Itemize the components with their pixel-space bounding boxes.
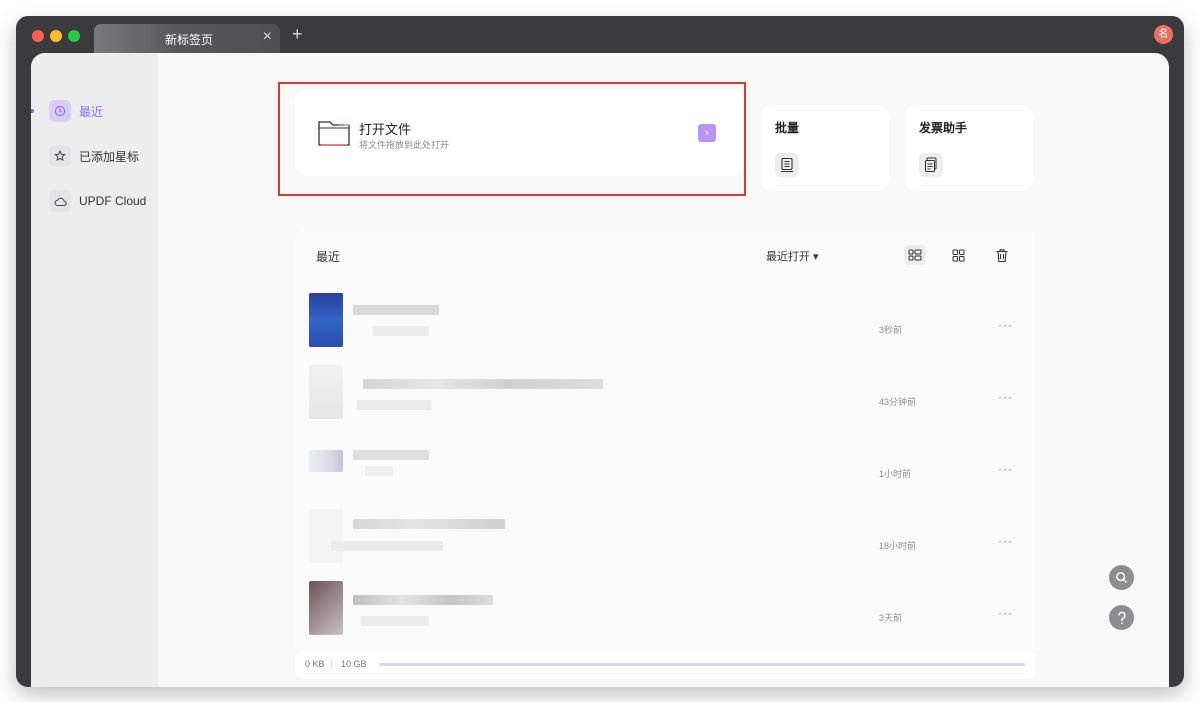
minimize-window-button[interactable] (50, 30, 62, 42)
file-row[interactable]: 3秒前 ··· (295, 290, 1035, 362)
file-time: 1小时前 (879, 469, 912, 479)
file-path-redacted (373, 326, 429, 336)
file-name-redacted (353, 450, 429, 460)
recent-title: 最近 (316, 250, 341, 264)
tab-title: 新标签页 (165, 33, 214, 47)
more-options-icon[interactable]: ··· (998, 606, 1013, 620)
file-path-redacted (365, 466, 393, 476)
sort-dropdown[interactable]: 最近打开 ▾ (766, 248, 819, 264)
search-icon[interactable] (1109, 565, 1134, 590)
sidebar-item-starred[interactable]: 已添加星标 (49, 145, 139, 167)
close-window-button[interactable] (32, 30, 44, 42)
file-name-redacted (353, 519, 505, 529)
trash-icon[interactable] (991, 245, 1013, 265)
storage-used: 0 KB (305, 659, 325, 669)
open-file-subtitle: 将文件拖放到此处打开 (359, 140, 450, 150)
grid-view-icon[interactable] (947, 245, 969, 265)
invoice-helper-card[interactable]: 发票助手 (905, 105, 1033, 191)
cloud-icon (49, 190, 71, 212)
file-thumbnail (309, 293, 343, 347)
file-thumbnail (309, 581, 343, 635)
file-row[interactable]: 1小时前 ··· (295, 434, 1035, 506)
file-path-redacted (357, 400, 431, 410)
file-thumbnail (309, 450, 343, 472)
more-options-icon[interactable]: ··· (998, 390, 1013, 404)
sidebar-item-label: 最近 (79, 104, 104, 119)
file-time: 3天前 (879, 613, 903, 623)
storage-bar: 0 KB 10 GB (295, 650, 1035, 679)
file-path-redacted (361, 616, 429, 626)
sidebar: 最近 已添加星标 UPDF Cloud (31, 53, 158, 687)
sidebar-item-label: UPDF Cloud (79, 194, 147, 208)
clock-icon (49, 100, 71, 122)
storage-progress (379, 663, 1025, 666)
new-tab-button[interactable]: + (292, 24, 303, 44)
file-name-redacted (363, 379, 603, 389)
more-options-icon[interactable]: ··· (998, 534, 1013, 548)
open-file-card[interactable]: 打开文件 将文件拖放到此处打开 › (295, 90, 745, 176)
batch-title: 批量 (775, 121, 800, 135)
invoice-helper-title: 发票助手 (919, 121, 968, 135)
list-fade (295, 633, 1035, 649)
file-name-redacted (353, 305, 439, 315)
folder-icon (317, 118, 351, 148)
chevron-right-icon[interactable]: › (698, 124, 716, 142)
file-time: 18小时前 (879, 541, 917, 551)
file-thumbnail (309, 509, 343, 563)
file-row[interactable]: 18小时前 ··· (295, 506, 1035, 578)
divider (331, 658, 332, 670)
active-indicator (31, 109, 34, 113)
file-time: 3秒前 (879, 325, 903, 335)
more-options-icon[interactable]: ··· (998, 318, 1013, 332)
app-window: 新标签页 × + 名 最近 已添加星标 UPDF Cloud 打开文件 将文件拖… (16, 16, 1184, 687)
main-area: 打开文件 将文件拖放到此处打开 › 批量 发票助手 最近 最近打开 ▾ 3秒前 … (158, 53, 1169, 687)
avatar[interactable]: 名 (1154, 25, 1173, 44)
list-view-icon[interactable] (904, 245, 926, 265)
file-thumbnail (309, 365, 343, 419)
file-row[interactable]: 43分钟前 ··· (295, 362, 1035, 434)
zoom-window-button[interactable] (68, 30, 80, 42)
invoice-icon (919, 153, 943, 177)
tab-new-tab[interactable]: 新标签页 × (94, 24, 280, 53)
storage-total: 10 GB (341, 659, 367, 669)
sidebar-item-label: 已添加星标 (79, 149, 140, 164)
file-time: 43分钟前 (879, 397, 917, 407)
help-icon[interactable] (1109, 605, 1134, 630)
tab-close-icon[interactable]: × (263, 28, 272, 46)
star-icon (49, 145, 71, 167)
batch-document-icon (775, 153, 799, 177)
open-file-title: 打开文件 (359, 122, 412, 137)
more-options-icon[interactable]: ··· (998, 462, 1013, 476)
sidebar-item-updf-cloud[interactable]: UPDF Cloud (49, 190, 146, 212)
app-content: 最近 已添加星标 UPDF Cloud 打开文件 将文件拖放到此处打开 › 批量… (31, 53, 1169, 687)
batch-card[interactable]: 批量 (761, 105, 889, 191)
file-name-redacted (353, 595, 493, 605)
sidebar-item-recent[interactable]: 最近 (49, 100, 103, 122)
recent-files-panel: 最近 最近打开 ▾ 3秒前 ··· 43分钟前 ··· 1小时前 ··· 18小… (295, 229, 1035, 649)
title-bar: 新标签页 × + 名 (16, 16, 1184, 53)
file-path-redacted (331, 541, 443, 551)
